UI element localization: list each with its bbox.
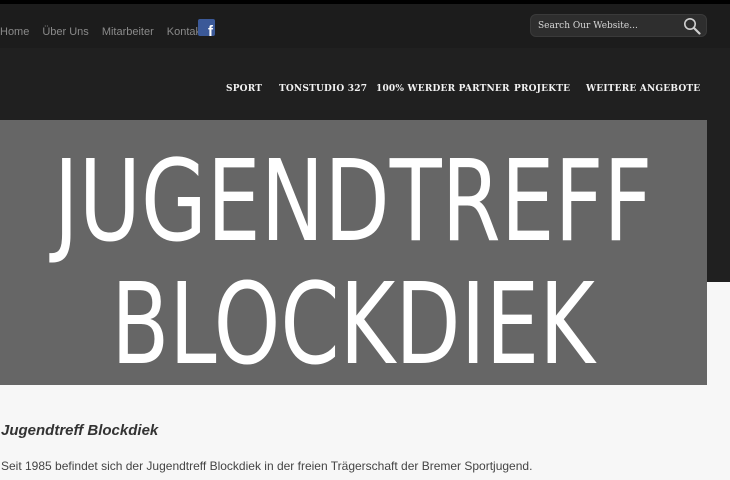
hero-line-1: JUGENDTREFF — [49, 137, 653, 267]
search-input[interactable] — [531, 15, 681, 36]
top-nav: Home Über Uns Mitarbeiter Kontakt — [0, 26, 217, 38]
main-nav-sport[interactable]: SPORT — [226, 84, 262, 94]
main-nav: SPORT TONSTUDIO 327 100% WERDER PARTNER … — [0, 84, 730, 98]
hero-line-2: BLOCKDIEK — [111, 260, 597, 385]
top-nav-ueber-uns[interactable]: Über Uns — [42, 26, 88, 38]
facebook-icon[interactable]: f — [198, 19, 215, 36]
page-title: Jugendtreff Blockdiek — [1, 422, 159, 439]
hero-logo-text: JUGENDTREFF BLOCKDIEK — [49, 137, 653, 385]
main-nav-weitere-angebote[interactable]: WEITERE ANGEBOTE — [586, 84, 700, 94]
intro-text: Seit 1985 befindet sich der Jugendtreff … — [1, 459, 533, 473]
top-nav-mitarbeiter[interactable]: Mitarbeiter — [102, 26, 154, 38]
top-nav-home[interactable]: Home — [0, 26, 29, 38]
search-box — [530, 14, 707, 37]
main-nav-tonstudio[interactable]: TONSTUDIO 327 — [279, 84, 367, 94]
hero-banner: JUGENDTREFF BLOCKDIEK — [0, 120, 707, 385]
search-icon[interactable] — [683, 17, 701, 35]
main-nav-projekte[interactable]: PROJEKTE — [514, 84, 570, 94]
main-nav-werder-partner[interactable]: 100% WERDER PARTNER — [376, 84, 510, 94]
